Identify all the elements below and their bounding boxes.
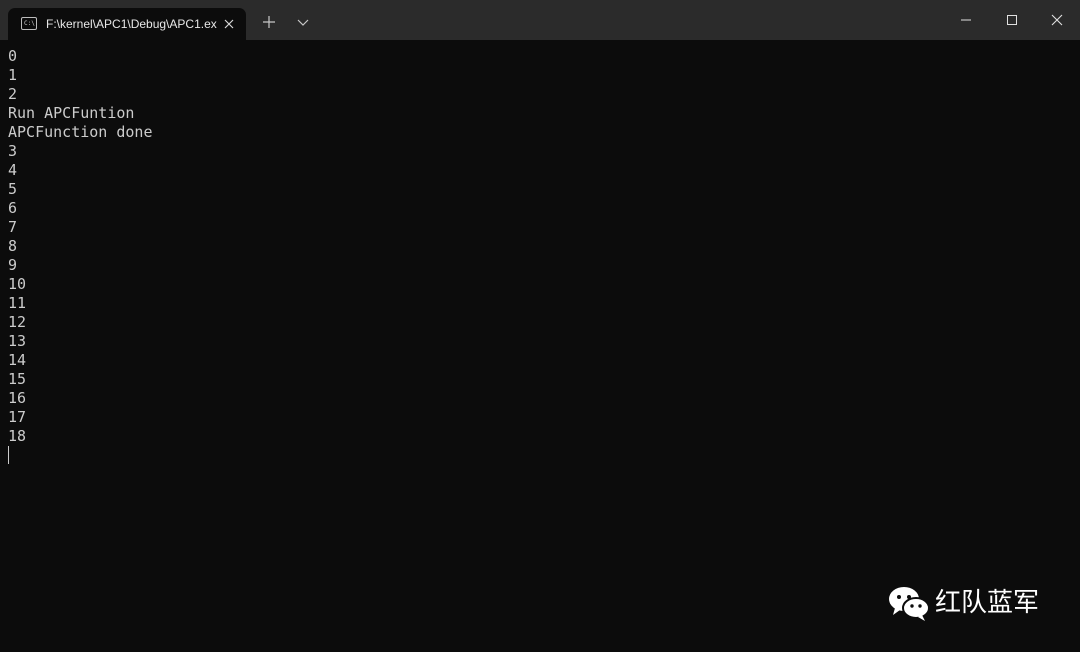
console-icon: C:\ xyxy=(21,17,37,30)
console-line: 9 xyxy=(8,256,18,274)
tab-close-icon[interactable] xyxy=(221,16,237,32)
console-line: Run APCFuntion xyxy=(8,104,135,122)
console-line: 7 xyxy=(8,218,18,236)
maximize-icon xyxy=(1007,15,1017,25)
chevron-down-icon[interactable] xyxy=(294,13,312,31)
console-line: 8 xyxy=(8,237,18,255)
console-line: 18 xyxy=(8,427,27,445)
plus-icon[interactable] xyxy=(260,13,278,31)
maximize-button[interactable] xyxy=(989,0,1035,40)
console-line: 17 xyxy=(8,408,27,426)
minimize-button[interactable] xyxy=(943,0,989,40)
console-line: 4 xyxy=(8,161,18,179)
console-line: 14 xyxy=(8,351,27,369)
console-line: 11 xyxy=(8,294,27,312)
console-line: 2 xyxy=(8,85,18,103)
terminal-window: C:\ F:\kernel\APC1\Debug\APC1.ex 0 1 2 R… xyxy=(0,0,1080,652)
terminal-tab[interactable]: C:\ F:\kernel\APC1\Debug\APC1.ex xyxy=(8,8,246,40)
console-line: APCFunction done xyxy=(8,123,153,141)
close-button[interactable] xyxy=(1034,0,1080,40)
console-output[interactable]: 0 1 2 Run APCFuntion APCFunction done 3 4 5 6 7 8 9… xyxy=(8,47,1068,607)
console-line: 13 xyxy=(8,332,27,350)
text-cursor xyxy=(8,446,9,464)
console-line: 10 xyxy=(8,275,27,293)
console-line: 16 xyxy=(8,389,27,407)
tab-title: F:\kernel\APC1\Debug\APC1.ex xyxy=(46,17,217,31)
minimize-icon xyxy=(961,19,971,21)
console-line: 0 xyxy=(8,47,18,65)
console-line: 3 xyxy=(8,142,18,160)
wechat-icon xyxy=(887,584,931,622)
close-icon xyxy=(1051,14,1063,26)
console-line: 1 xyxy=(8,66,18,84)
console-line: 5 xyxy=(8,180,18,198)
console-line: 15 xyxy=(8,370,27,388)
watermark-text: 红队蓝军 xyxy=(935,588,1040,618)
title-bar[interactable]: C:\ F:\kernel\APC1\Debug\APC1.ex xyxy=(0,0,1080,40)
watermark: 红队蓝军 xyxy=(887,584,1057,624)
console-line: 6 xyxy=(8,199,18,217)
console-line: 12 xyxy=(8,313,27,331)
